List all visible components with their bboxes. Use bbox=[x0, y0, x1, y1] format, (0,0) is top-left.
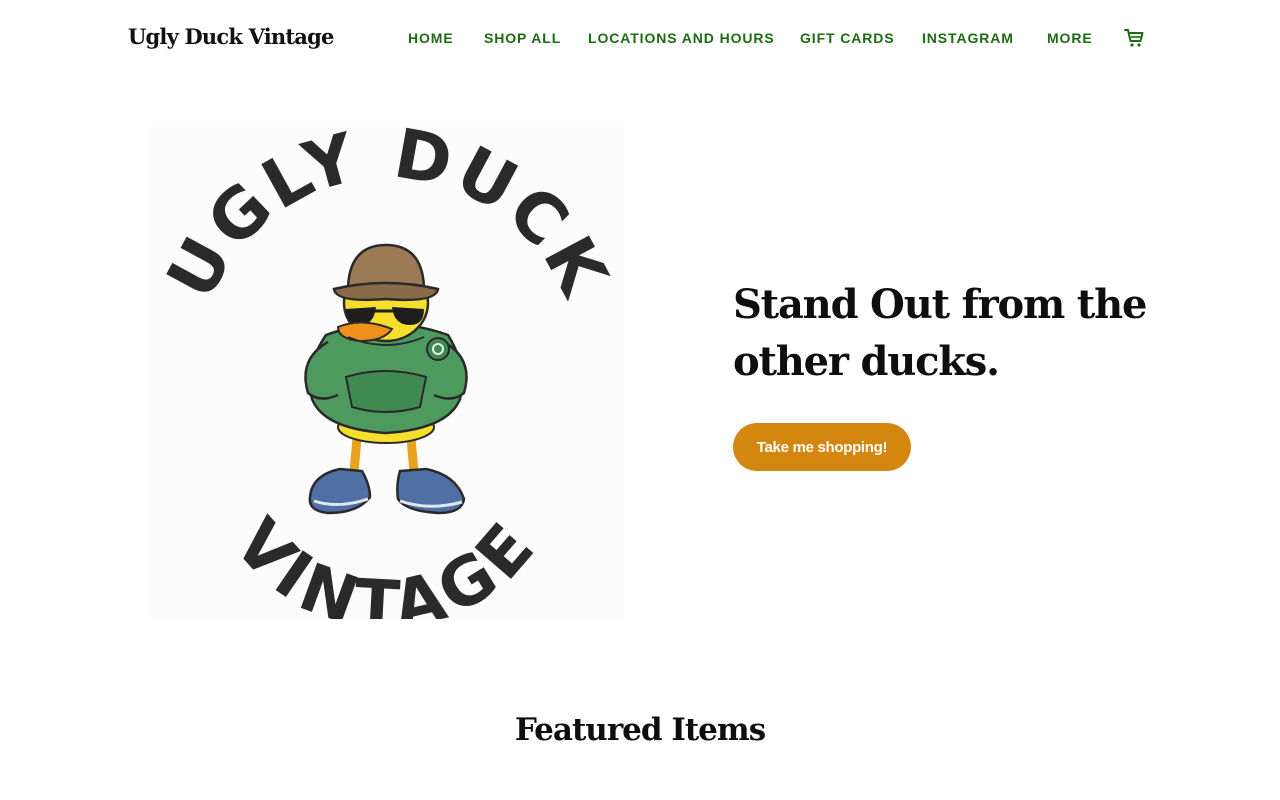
hero-logo-image: UGLY DUCK VINTAGE bbox=[148, 114, 624, 644]
hero-headline: Stand Out from the other ducks. bbox=[733, 281, 1147, 385]
svg-text:VINTAGE: VINTAGE bbox=[219, 504, 552, 619]
logo-text-bottom: VINTAGE bbox=[219, 504, 546, 644]
nav-instagram[interactable]: INSTAGRAM bbox=[922, 30, 1014, 46]
nav-shop-all[interactable]: SHOP ALL bbox=[484, 30, 561, 46]
nav-more[interactable]: MORE bbox=[1047, 30, 1093, 46]
nav-home[interactable]: HOME bbox=[408, 30, 454, 46]
nav-gift-cards[interactable]: GIFT CARDS bbox=[800, 30, 895, 46]
take-me-shopping-button[interactable]: Take me shopping! bbox=[733, 423, 911, 471]
featured-items-heading: Featured Items bbox=[514, 712, 766, 748]
ugly-duck-logo: UGLY DUCK VINTAGE bbox=[152, 114, 619, 644]
duck-mascot bbox=[304, 243, 468, 515]
site-header: Ugly Duck Vintage HOME SHOP ALL LOCATION… bbox=[0, 0, 1280, 76]
nav-locations-and-hours[interactable]: LOCATIONS AND HOURS bbox=[588, 30, 775, 46]
shopping-cart-icon[interactable] bbox=[1123, 27, 1145, 49]
brand-name[interactable]: Ugly Duck Vintage bbox=[128, 24, 334, 49]
